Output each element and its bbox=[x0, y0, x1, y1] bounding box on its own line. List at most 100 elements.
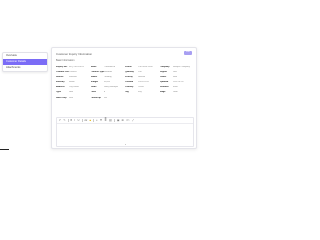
code-icon[interactable]: </> bbox=[126, 119, 129, 122]
field-label: Address bbox=[56, 86, 65, 89]
editor-toolbar: ↶ ↷ B I U A▾ ■ ≡ ☰ ≣ ⛓ ▣ ⊞ </> ⤢ bbox=[57, 118, 193, 124]
field-row: Quantity 100 bbox=[125, 70, 158, 73]
field-row: Level A bbox=[91, 91, 124, 94]
field-row: Sales Rep Staff bbox=[56, 96, 89, 99]
field-value: 10,000 bbox=[103, 81, 111, 84]
field-value: Key bbox=[138, 91, 142, 94]
field-row: Budget 10,000 bbox=[91, 81, 124, 84]
field-row: Priority Normal bbox=[125, 75, 158, 78]
undo-icon[interactable]: ↶ bbox=[59, 119, 61, 122]
field-label: Name bbox=[90, 65, 97, 68]
field-value: mail@example bbox=[103, 86, 119, 89]
field-label: Phone bbox=[125, 65, 132, 68]
field-label: Owner bbox=[159, 75, 167, 78]
link-icon[interactable]: ⛓ bbox=[109, 119, 112, 122]
field-row: Remarks None bbox=[160, 86, 193, 89]
field-value: Initial bbox=[172, 91, 178, 94]
field-row: Stage Initial bbox=[160, 91, 193, 94]
field-value: INQ-2024-0012 bbox=[69, 65, 85, 68]
field-label: Quantity bbox=[125, 70, 134, 73]
field-value: Yes bbox=[103, 96, 108, 99]
field-value: A bbox=[103, 91, 105, 94]
font-size-icon[interactable]: A▾ bbox=[84, 119, 87, 122]
side-menu: Overview Customer Details Attachments bbox=[2, 52, 48, 72]
field-row: Created 2024-01-01 bbox=[125, 81, 158, 84]
divider bbox=[0, 149, 9, 150]
field-value: Normal bbox=[138, 75, 146, 78]
field-label: Created bbox=[125, 81, 134, 84]
field-row: Type New bbox=[56, 91, 89, 94]
ordered-list-icon[interactable]: ☰ bbox=[100, 119, 102, 122]
field-row: Follow-up Yes bbox=[91, 96, 124, 99]
field-value: Customer A bbox=[103, 65, 115, 68]
edit-button[interactable]: Edit bbox=[184, 51, 192, 55]
field-row: Address City Road bbox=[56, 86, 89, 89]
field-value: Pending bbox=[103, 75, 112, 78]
underline-icon[interactable]: U bbox=[78, 119, 80, 122]
field-value: New bbox=[69, 91, 74, 94]
customer-info-card: Customer Inquiry Information Edit Basic … bbox=[51, 47, 197, 149]
field-row: Email mail@example bbox=[91, 86, 124, 89]
editor-content-area[interactable] bbox=[59, 125, 191, 143]
resize-handle[interactable] bbox=[125, 143, 127, 145]
field-value: Contact bbox=[69, 70, 77, 73]
field-value: Retail bbox=[69, 81, 75, 84]
field-label: Company bbox=[159, 65, 170, 68]
image-icon[interactable]: ▣ bbox=[117, 119, 119, 122]
field-value: Staff bbox=[69, 96, 74, 99]
field-value: Sample Company bbox=[172, 65, 190, 68]
field-label: Follow-up bbox=[90, 96, 101, 99]
field-label: Stage bbox=[159, 91, 166, 94]
field-row: Updated 2024-01-02 bbox=[160, 81, 193, 84]
rich-text-editor: ↶ ↷ B I U A▾ ■ ≡ ☰ ≣ ⛓ ▣ ⊞ </> ⤢ bbox=[56, 117, 194, 147]
field-value: 100 bbox=[138, 70, 142, 73]
field-label: Budget bbox=[90, 81, 99, 84]
field-row: Owner Staff bbox=[160, 75, 193, 78]
field-row: Tag Key bbox=[125, 91, 158, 94]
field-label: Updated bbox=[159, 81, 169, 84]
table-icon[interactable]: ⊞ bbox=[122, 119, 124, 122]
field-label: Contact Person bbox=[56, 70, 69, 73]
field-label: Country bbox=[125, 86, 134, 89]
bold-icon[interactable]: B bbox=[71, 119, 73, 122]
field-label: Status bbox=[90, 75, 98, 78]
field-label: Inquiry No. bbox=[56, 65, 68, 68]
field-value: 2024-01-02 bbox=[172, 81, 184, 84]
field-row: Name Customer A bbox=[91, 65, 124, 68]
card-title: Customer Inquiry Information bbox=[56, 52, 93, 56]
field-value: 2024-01-01 bbox=[138, 81, 150, 84]
field-value: Standard bbox=[103, 70, 113, 73]
field-label: Source bbox=[56, 75, 64, 78]
list-icon[interactable]: ≡ bbox=[96, 119, 97, 122]
redo-icon[interactable]: ↷ bbox=[63, 119, 65, 122]
italic-icon[interactable]: I bbox=[75, 119, 76, 122]
section-subtitle: Basic Information bbox=[56, 59, 75, 62]
highlight-icon[interactable]: ■ bbox=[90, 119, 91, 122]
field-label: Product Type bbox=[90, 70, 104, 73]
field-value: City Road bbox=[69, 86, 79, 89]
field-value: None bbox=[172, 86, 178, 89]
field-row: Contact PersonContact bbox=[56, 70, 89, 73]
field-row: Industry Retail bbox=[56, 81, 89, 84]
field-label: Level bbox=[90, 91, 97, 94]
fields-grid: Inquiry No. INQ-2024-0012 Name Customer A Ph… bbox=[56, 65, 192, 99]
field-row: Status Pending bbox=[91, 75, 124, 78]
field-value: Website bbox=[69, 75, 77, 78]
field-row: Phone 138 0000 0000 bbox=[125, 65, 158, 68]
field-value: 138 0000 0000 bbox=[138, 65, 153, 68]
field-row: Inquiry No. INQ-2024-0012 bbox=[56, 65, 89, 68]
field-row: Country China bbox=[125, 86, 158, 89]
field-label: Email bbox=[90, 86, 97, 89]
align-icon[interactable]: ≣ bbox=[104, 119, 106, 122]
fullscreen-icon[interactable]: ⤢ bbox=[132, 119, 134, 122]
field-row: Product Type Standard bbox=[91, 70, 124, 73]
field-value: East bbox=[172, 70, 177, 73]
field-value: China bbox=[138, 86, 144, 89]
field-label: Sales Rep bbox=[56, 96, 67, 99]
field-label: Type bbox=[56, 91, 61, 94]
field-label: Tag bbox=[125, 91, 129, 94]
field-row: Company Sample Company bbox=[160, 65, 193, 68]
menu-item[interactable]: Attachments bbox=[3, 65, 47, 71]
field-label: Industry bbox=[56, 81, 65, 84]
field-label: Remarks bbox=[159, 86, 169, 89]
